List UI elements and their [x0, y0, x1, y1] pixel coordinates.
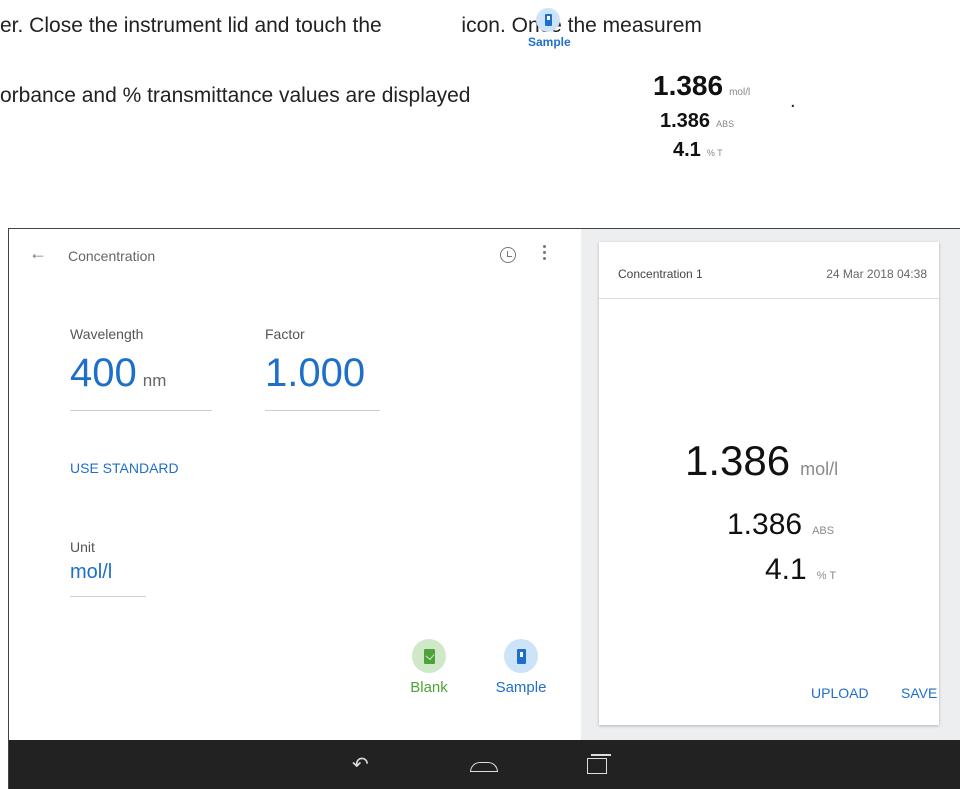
doc-period: . [790, 90, 796, 112]
unit-label: Unit [70, 539, 95, 555]
concentration-value: 1.386 [685, 437, 791, 484]
nav-home-icon[interactable] [470, 762, 498, 772]
results-panel: Concentration 1 24 Mar 2018 04:38 1.386 m… [581, 229, 960, 740]
method-panel: ← Concentration Wavelength 400 nm Factor … [9, 229, 581, 740]
transmittance-result: 4.1 % T [765, 553, 836, 587]
nav-back-icon[interactable]: ↶ [352, 752, 369, 777]
concentration-result: 1.386 mol/l [685, 437, 838, 485]
sample-cuvette-icon [504, 639, 538, 673]
mini-abs-row: 1.386 ABS [660, 110, 734, 133]
wavelength-underline [70, 410, 212, 411]
mini-trans-row: 4.1 % T [673, 139, 723, 162]
transmittance-value: 4.1 [765, 553, 807, 586]
mini-abs-unit: ABS [716, 119, 735, 129]
factor-underline [265, 410, 380, 411]
doc-sample-icon-label: Sample [528, 35, 571, 49]
transmittance-unit: % T [816, 570, 837, 582]
absorbance-value: 1.386 [727, 508, 803, 541]
wavelength-unit: nm [142, 371, 167, 390]
cuvette-icon [536, 8, 560, 32]
unit-field[interactable]: mol/l [70, 561, 112, 584]
screen-title: Concentration [68, 248, 156, 264]
mini-trans-unit: % T [706, 148, 723, 158]
result-card-title: Concentration 1 [618, 267, 703, 281]
history-icon[interactable] [500, 247, 516, 263]
use-standard-button[interactable]: USE STANDARD [70, 460, 179, 476]
overflow-menu-icon[interactable] [543, 245, 547, 263]
sample-button[interactable]: Sample [491, 639, 551, 696]
wavelength-field[interactable]: 400 nm [70, 351, 166, 396]
mini-conc-value: 1.386 [653, 70, 724, 101]
wavelength-label: Wavelength [70, 326, 144, 342]
doc-line-1-after: icon. Once the measurem [461, 14, 702, 37]
save-button[interactable]: SAVE [901, 685, 937, 701]
mini-abs-value: 1.386 [660, 110, 711, 132]
absorbance-result: 1.386 ABS [727, 508, 834, 542]
factor-field[interactable]: 1.000 [265, 351, 365, 396]
doc-sample-icon: Sample [528, 8, 571, 49]
upload-button[interactable]: UPLOAD [811, 685, 869, 701]
unit-underline [70, 596, 146, 597]
wavelength-value: 400 [70, 351, 137, 395]
back-arrow-icon[interactable]: ← [29, 243, 47, 264]
device-screen: ← Concentration Wavelength 400 nm Factor … [8, 228, 960, 789]
doc-line-1-before: er. Close the instrument lid and touch t… [0, 14, 382, 37]
concentration-unit: mol/l [800, 459, 839, 479]
blank-button[interactable]: Blank [399, 639, 459, 696]
mini-trans-value: 4.1 [673, 139, 701, 161]
blank-button-label: Blank [410, 679, 448, 696]
mini-conc-row: 1.386 mol/l [653, 70, 750, 102]
blank-cuvette-icon [412, 639, 446, 673]
result-card-date: 24 Mar 2018 04:38 [826, 267, 927, 281]
result-card-header: Concentration 1 24 Mar 2018 04:38 [599, 242, 939, 299]
android-navigation-bar: ↶ [9, 740, 960, 789]
result-card: Concentration 1 24 Mar 2018 04:38 1.386 m… [599, 242, 939, 725]
nav-recent-apps-icon[interactable] [587, 754, 611, 776]
doc-instruction-line-2: orbance and % transmittance values are d… [0, 84, 471, 107]
mini-conc-unit: mol/l [729, 87, 751, 98]
factor-label: Factor [265, 326, 305, 342]
doc-instruction-line-1: er. Close the instrument lid and touch t… [0, 14, 702, 38]
sample-button-label: Sample [495, 679, 547, 696]
absorbance-unit: ABS [812, 525, 835, 537]
